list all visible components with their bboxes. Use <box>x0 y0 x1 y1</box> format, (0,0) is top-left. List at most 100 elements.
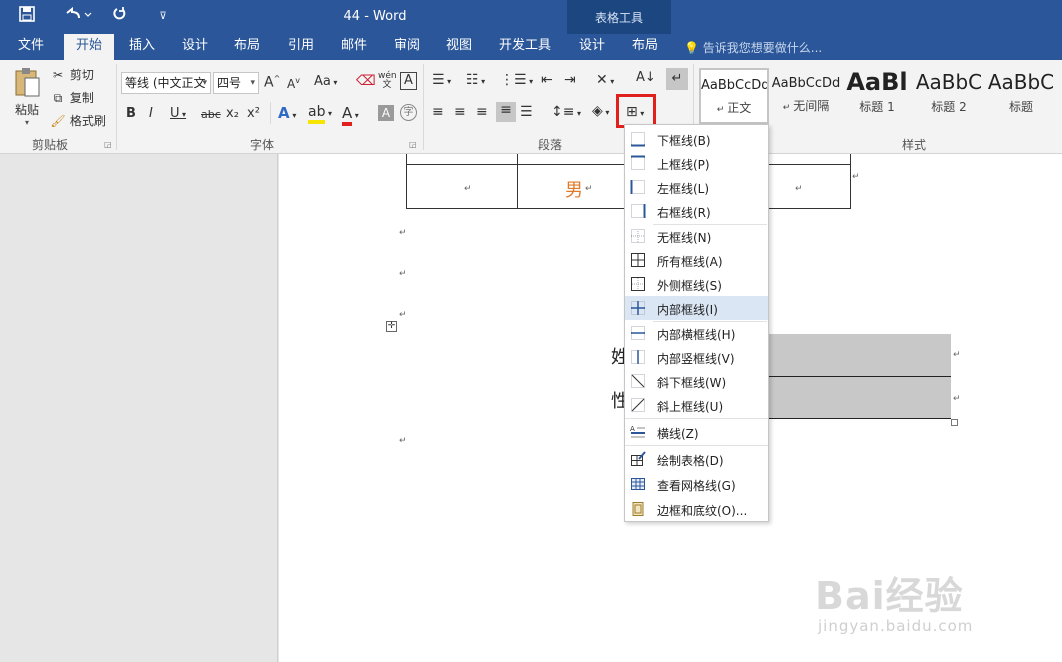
menu-item-view-gridlines[interactable]: 查看网格线(G) <box>625 472 768 496</box>
clipboard-launcher-icon[interactable]: ◲ <box>104 140 112 149</box>
menu-item-left-border[interactable]: 左框线(L) <box>625 175 768 199</box>
tab-design[interactable]: 设计 <box>170 34 220 60</box>
menu-item-inside-borders[interactable]: 内部框线(I) <box>625 296 768 320</box>
shading-button[interactable]: ◈ ▾ <box>592 103 609 119</box>
tab-layout[interactable]: 布局 <box>222 34 272 60</box>
draw-table-icon <box>630 451 646 467</box>
style-heading-1[interactable]: AaBl 标题 1 <box>842 68 912 124</box>
table-resize-handle[interactable] <box>951 419 958 426</box>
font-size-select[interactable]: 四号 ▾ <box>213 72 259 94</box>
menu-item-outside-borders[interactable]: 外侧框线(S) <box>625 272 768 296</box>
highlight-color-button[interactable]: ab ▾ <box>308 104 332 124</box>
shrink-font-icon: A <box>287 77 296 91</box>
menu-item-inside-horizontal-border[interactable]: 内部横框线(H) <box>625 321 768 345</box>
tell-me-search[interactable]: 💡 告诉我您想要做什么... <box>684 39 822 56</box>
tab-developer[interactable]: 开发工具 <box>490 34 560 60</box>
no-border-icon <box>630 228 646 244</box>
menu-item-diagonal-up-border[interactable]: 斜上框线(U) <box>625 393 768 417</box>
menu-item-no-border[interactable]: 无框线(N) <box>625 224 768 248</box>
cut-label: 剪切 <box>69 68 94 82</box>
style-title[interactable]: AaBbC 标题 <box>986 68 1056 124</box>
font-name-value: 等线 (中文正文 <box>125 76 206 90</box>
menu-item-inside-vertical-border[interactable]: 内部竖框线(V) <box>625 345 768 369</box>
tab-view[interactable]: 视图 <box>434 34 484 60</box>
menu-item-all-borders[interactable]: 所有框线(A) <box>625 248 768 272</box>
menu-item-right-border[interactable]: 右框线(R) <box>625 199 768 223</box>
align-left-button[interactable]: ≡ <box>432 104 444 120</box>
style-no-spacing[interactable]: AaBbCcDd ↵ 无间隔 <box>771 68 841 124</box>
baidu-watermark-url: jingyan.baidu.com <box>818 617 974 635</box>
tab-mailings[interactable]: 邮件 <box>328 34 380 60</box>
copy-label: 复制 <box>69 91 94 105</box>
justify-button[interactable]: ≡ <box>496 102 516 122</box>
table-move-handle[interactable]: ✛ <box>386 321 397 332</box>
font-color-icon: A <box>342 104 353 126</box>
menu-item-bottom-border[interactable]: 下框线(B) <box>625 127 768 151</box>
font-size-value: 四号 <box>217 76 242 90</box>
character-border-button[interactable]: A <box>400 72 417 90</box>
justify-icon: ≡ <box>500 102 512 118</box>
align-left-icon: ≡ <box>432 104 444 120</box>
clear-formatting-icon[interactable]: ⌫ <box>356 73 376 89</box>
line-spacing-button[interactable]: ↕≡ ▾ <box>551 104 581 120</box>
underline-button[interactable]: U ▾ <box>170 106 186 121</box>
subscript-button[interactable]: x₂ <box>226 106 239 121</box>
paste-button[interactable]: 粘贴 ▾ <box>10 66 44 127</box>
paste-dropdown-icon[interactable]: ▾ <box>10 118 44 127</box>
phonetic-guide-icon: wén <box>378 71 397 81</box>
tab-table-design[interactable]: 设计 <box>567 34 617 60</box>
font-launcher-icon[interactable]: ◲ <box>409 140 417 149</box>
copy-button[interactable]: ⧉ 复制 <box>50 89 94 106</box>
show-hide-marks-button[interactable]: ↵ <box>666 68 688 90</box>
paragraph-mark: ↵ <box>399 436 407 446</box>
tab-review[interactable]: 审阅 <box>382 34 432 60</box>
menu-item-draw-table[interactable]: 绘制表格(D) <box>625 447 768 471</box>
inside-horizontal-border-icon <box>630 325 646 341</box>
tab-file[interactable]: 文件 <box>0 34 62 60</box>
align-right-button[interactable]: ≡ <box>476 104 488 120</box>
cut-button[interactable]: ✂ 剪切 <box>50 66 94 83</box>
font-name-select[interactable]: 等线 (中文正文 ▾ <box>121 72 211 94</box>
menu-item-top-border[interactable]: 上框线(P) <box>625 151 768 175</box>
chinese-layout-button[interactable]: ✕ ▾ <box>596 72 614 88</box>
tab-references[interactable]: 引用 <box>276 34 326 60</box>
change-case-button[interactable]: Aa ▾ <box>314 74 337 89</box>
shrink-font-button[interactable]: Av <box>287 76 300 91</box>
bold-button[interactable]: B <box>126 106 136 121</box>
character-shading-button[interactable]: A <box>378 105 394 121</box>
format-painter-button[interactable]: 🖌 格式刷 <box>50 112 105 129</box>
grow-font-button[interactable]: A^ <box>264 74 280 91</box>
superscript-button[interactable]: x² <box>247 106 260 121</box>
text-effects-button[interactable]: A ▾ <box>278 104 296 122</box>
italic-button[interactable]: I <box>149 106 153 121</box>
tab-table-layout[interactable]: 布局 <box>620 34 670 60</box>
style-heading-2[interactable]: AaBbC 标题 2 <box>914 68 984 124</box>
phonetic-guide-button[interactable]: wén 文 <box>378 71 397 90</box>
paragraph-mark: ↵ <box>399 310 407 320</box>
menu-item-horizontal-line[interactable]: A 横线(Z) <box>625 420 768 444</box>
font-color-button[interactable]: A ▾ <box>342 104 359 126</box>
paint-bucket-icon: ◈ <box>592 103 603 119</box>
style-preview: AaBbC <box>987 70 1055 94</box>
align-center-button[interactable]: ≡ <box>454 104 466 120</box>
tab-insert[interactable]: 插入 <box>118 34 166 60</box>
decrease-indent-button[interactable]: ⇤ <box>541 72 553 88</box>
menu-item-borders-and-shading[interactable]: 边框和底纹(O)... <box>625 497 768 521</box>
tab-home[interactable]: 开始 <box>64 34 114 60</box>
borders-shading-icon <box>630 501 646 517</box>
strikethrough-button[interactable]: abc <box>201 108 221 121</box>
increase-indent-button[interactable]: ⇥ <box>564 72 576 88</box>
divider <box>270 102 271 124</box>
enclose-characters-button[interactable]: 字 <box>400 104 417 121</box>
character-border-icon: A <box>404 73 413 88</box>
style-normal[interactable]: AaBbCcDd ↵ 正文 <box>699 68 769 124</box>
numbering-button[interactable]: ☷ ▾ <box>466 72 485 88</box>
menu-item-diagonal-down-border[interactable]: 斜下框线(W) <box>625 369 768 393</box>
borders-dropdown-menu: 下框线(B) 上框线(P) 左框线(L) 右框线(R) 无框线(N) 所有框线(… <box>624 124 769 522</box>
sort-button[interactable]: A↓ <box>636 70 656 85</box>
lightbulb-icon: 💡 <box>684 41 699 55</box>
bullets-button[interactable]: ☰ ▾ <box>432 72 451 88</box>
multilevel-list-button[interactable]: ⋮☰ ▾ <box>500 72 533 88</box>
distributed-button[interactable]: ☰ <box>520 104 533 120</box>
title-bar: ⊽ 44 - Word <box>0 0 1062 34</box>
